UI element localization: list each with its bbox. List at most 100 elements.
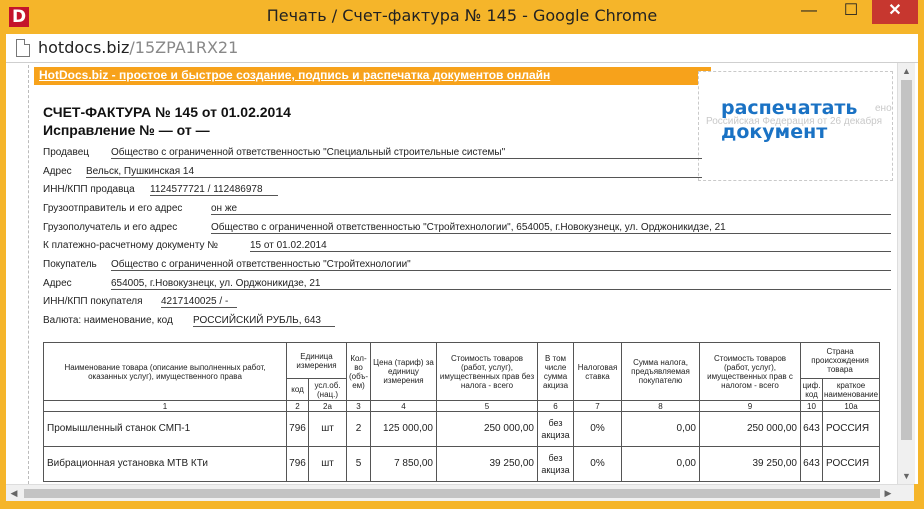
header-unit-name: усл.об. (нац.) [308, 378, 347, 401]
vertical-scroll-thumb[interactable] [901, 80, 912, 440]
seller-address-value: Вельск, Пушкинская 14 [86, 166, 702, 178]
header-excise: В том числе сумма акциза [537, 342, 574, 401]
row-tax-rate: 0% [573, 411, 622, 447]
print-button-line2: документ [721, 121, 828, 143]
currency-value: РОССИЙСКИЙ РУБЛЬ, 643 [193, 315, 335, 327]
invoice-items-table: Наименование товара (описание выполненны… [43, 342, 881, 482]
payment-doc-value: 15 от 01.02.2014 [250, 240, 891, 252]
buyer-inn-label: ИНН/КПП покупателя [43, 296, 143, 307]
column-number: 4 [370, 400, 437, 412]
row-tax-sum: 0,00 [621, 446, 700, 482]
invoice-correction: Исправление № — от — [43, 122, 210, 138]
row-qty: 2 [346, 411, 371, 447]
scroll-up-icon[interactable]: ▲ [898, 63, 915, 79]
row-total: 250 000,00 [699, 411, 801, 447]
row-unit-code: 796 [286, 446, 309, 482]
consignee-label: Грузополучатель и его адрес [43, 222, 178, 233]
promo-link[interactable]: HotDocs.biz - простое и быстрое создание… [39, 68, 550, 82]
header-qty: Кол-во (объ-ем) [346, 342, 371, 401]
scroll-down-icon[interactable]: ▼ [898, 468, 915, 484]
print-button-line1: распечатать [721, 97, 858, 119]
row-country-code: 643 [800, 411, 823, 447]
column-number: 5 [436, 400, 538, 412]
row-excise: без акциза [537, 446, 574, 482]
column-number: 8 [621, 400, 700, 412]
seller-label: Продавец [43, 147, 89, 158]
row-unit-code: 796 [286, 411, 309, 447]
horizontal-scroll-thumb[interactable] [24, 489, 880, 498]
column-number: 3 [346, 400, 371, 412]
buyer-address-label: Адрес [43, 278, 72, 289]
url-text[interactable]: hotdocs.biz/15ZPA1RX21 [38, 38, 238, 57]
header-tax-sum: Сумма налога, предъявляемая покупателю [621, 342, 700, 401]
header-unit: Единица измерения [286, 342, 347, 379]
scroll-right-icon[interactable]: ▶ [880, 485, 896, 502]
maximize-button[interactable]: ☐ [830, 0, 872, 24]
buyer-address-value: 654005, г.Новокузнецк, ул. Орджоникидзе,… [111, 278, 891, 290]
header-name: Наименование товара (описание выполненны… [43, 342, 287, 401]
url-host: hotdocs.biz [38, 38, 130, 57]
window-title: Печать / Счет-фактура № 145 - Google Chr… [266, 6, 658, 25]
column-number: 10 [800, 400, 823, 412]
promo-banner[interactable]: HotDocs.biz - простое и быстрое создание… [34, 67, 711, 85]
shipper-value: он же [211, 203, 891, 215]
row-qty: 5 [346, 446, 371, 482]
scroll-left-icon[interactable]: ◀ [6, 485, 22, 502]
url-path: /15ZPA1RX21 [129, 38, 239, 57]
row-tax-sum: 0,00 [621, 411, 700, 447]
consignee-value: Общество с ограниченной ответственностью… [211, 222, 891, 234]
print-document-button[interactable]: распечатать документ [721, 96, 871, 144]
header-cost-no-tax: Стоимость товаров (работ, услуг), имущес… [436, 342, 538, 401]
minimize-button[interactable]: — [788, 0, 830, 24]
row-country: РОССИЯ [821, 411, 881, 447]
vertical-scrollbar[interactable]: ▲ ▼ [897, 63, 915, 484]
row-unit: шт [308, 446, 347, 482]
window-bottom-border [0, 501, 924, 509]
seller-inn-value: 1124577721 / 112486978 [150, 184, 278, 196]
header-tax-rate: Налоговая ставка [573, 342, 622, 401]
row-unit: шт [308, 411, 347, 447]
column-number: 10а [821, 400, 881, 412]
column-number: 1 [43, 400, 287, 412]
horizontal-scrollbar[interactable]: ◀ ▶ [6, 484, 914, 502]
page-viewport: HotDocs.biz - простое и быстрое создание… [6, 63, 918, 484]
row-price: 7 850,00 [370, 446, 437, 482]
table-row: Вибрационная установка МТВ КТи 796 шт 5 … [43, 446, 881, 482]
row-name: Вибрационная установка МТВ КТи [43, 446, 287, 482]
row-cost: 250 000,00 [436, 411, 538, 447]
currency-label: Валюта: наименование, код [43, 315, 173, 326]
header-unit-code: код [286, 378, 309, 401]
header-country-name: краткое наименование [821, 378, 881, 401]
address-bar[interactable]: hotdocs.biz/15ZPA1RX21 [6, 34, 918, 63]
table-row: Промышленный станок СМП-1 796 шт 2 125 0… [43, 411, 881, 447]
row-excise: без акциза [537, 411, 574, 447]
row-total: 39 250,00 [699, 446, 801, 482]
close-button[interactable]: ✕ [872, 0, 918, 24]
row-tax-rate: 0% [573, 446, 622, 482]
table-header-row: Наименование товара (описание выполненны… [43, 342, 881, 401]
header-cost-with-tax: Стоимость товаров (работ, услуг), имущес… [699, 342, 801, 401]
row-country-code: 643 [800, 446, 823, 482]
column-number: 7 [573, 400, 622, 412]
payment-doc-label: К платежно-расчетному документу № [43, 240, 219, 251]
seller-value: Общество с ограниченной ответственностью… [111, 147, 702, 159]
column-number: 2 [286, 400, 309, 412]
ghost-text-line1: ено [875, 103, 892, 114]
column-number: 9 [699, 400, 801, 412]
print-panel: ено Российская Федерация от 26 декабря р… [698, 71, 893, 181]
buyer-label: Покупатель [43, 259, 97, 270]
shipper-label: Грузоотправитель и его адрес [43, 203, 183, 214]
column-number: 2а [308, 400, 347, 412]
invoice-title: СЧЕТ-ФАКТУРА № 145 от 01.02.2014 [43, 104, 291, 120]
row-price: 125 000,00 [370, 411, 437, 447]
row-cost: 39 250,00 [436, 446, 538, 482]
table-column-numbers-row: 1 2 2а 3 4 5 6 7 8 9 10 10а [43, 400, 881, 412]
buyer-value: Общество с ограниченной ответственностью… [111, 259, 891, 271]
seller-address-label: Адрес [43, 166, 72, 177]
header-price: Цена (тариф) за единицу измерения [370, 342, 437, 401]
column-number: 6 [537, 400, 574, 412]
row-name: Промышленный станок СМП-1 [43, 411, 287, 447]
page-icon [16, 39, 30, 57]
row-country: РОССИЯ [821, 446, 881, 482]
header-country: Страна происхождения товара [799, 342, 881, 379]
